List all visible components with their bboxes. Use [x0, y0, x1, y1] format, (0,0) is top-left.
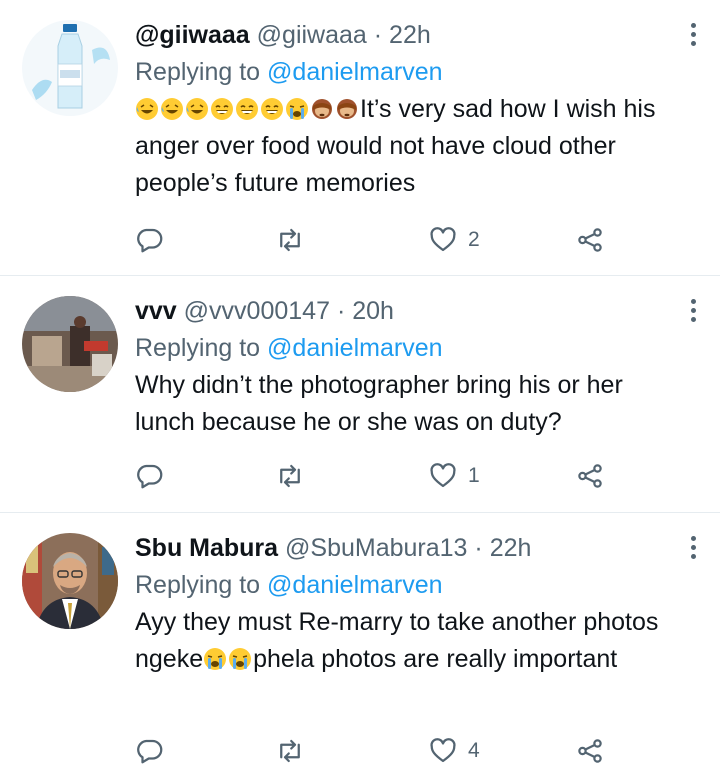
reply-timeline: @giiwaaa @giiwaaa · 22h Replying to @dan…: [0, 0, 720, 783]
reply-button[interactable]: [135, 733, 165, 769]
mention-link[interactable]: @danielmarven: [267, 571, 442, 599]
share-button[interactable]: [575, 733, 605, 769]
crying-face-emoji-icon: [203, 647, 227, 671]
mention-link[interactable]: @danielmarven: [267, 334, 442, 362]
like-count: 1: [468, 464, 480, 487]
action-bar: 4: [130, 733, 630, 769]
like-count: 2: [468, 228, 480, 251]
water-bottle-avatar-image: [22, 20, 118, 116]
replying-to-label: Replying to: [135, 58, 261, 86]
retweet-icon: [280, 464, 300, 488]
timestamp[interactable]: 20h: [352, 297, 394, 325]
more-icon[interactable]: [688, 296, 698, 326]
replying-to-label: Replying to: [135, 334, 261, 362]
retweet-button[interactable]: [275, 458, 305, 494]
crying-face-emoji-icon: [285, 97, 309, 121]
reply-button[interactable]: [135, 458, 165, 494]
replying-to: Replying to @danielmarven: [135, 333, 680, 363]
tweet-text: It’s very sad how I wish his anger over …: [135, 91, 680, 202]
display-name[interactable]: vvv: [135, 297, 177, 325]
retweet-icon: [280, 739, 300, 763]
handle[interactable]: @giiwaaa: [257, 21, 367, 49]
tweet-text: Ayy they must Re-marry to take another p…: [135, 604, 680, 678]
handle[interactable]: @vvv000147: [184, 297, 330, 325]
grinning-sweat-emoji-icon: [260, 97, 284, 121]
avatar[interactable]: [22, 20, 118, 116]
grinning-sweat-emoji-icon: [210, 97, 234, 121]
tweet-header: vvv @vvv000147 · 20h: [135, 296, 680, 326]
man-with-glasses-avatar-image: [22, 533, 118, 629]
like-icon: [430, 463, 456, 488]
grinning-sweat-emoji-icon: [235, 97, 259, 121]
rolling-laughing-emoji-icon: [185, 97, 209, 121]
reply-icon: [137, 739, 163, 764]
retweet-button[interactable]: [275, 733, 305, 769]
share-button[interactable]: [575, 222, 605, 258]
see-no-evil-monkey-emoji-icon: [310, 97, 334, 121]
share-icon: [578, 464, 602, 488]
like-button[interactable]: 1: [428, 458, 480, 494]
separator: ·: [373, 21, 383, 49]
tweet-header: @giiwaaa @giiwaaa · 22h: [135, 20, 680, 50]
action-bar: 2: [130, 222, 630, 258]
like-button[interactable]: 4: [428, 733, 480, 769]
display-name[interactable]: Sbu Mabura: [135, 534, 278, 562]
separator: ·: [474, 534, 483, 562]
retweet-button[interactable]: [275, 222, 305, 258]
like-count: 4: [468, 739, 480, 762]
see-no-evil-monkey-emoji-icon: [335, 97, 359, 121]
tweet-header: Sbu Mabura @SbuMabura13 · 22h: [135, 533, 680, 563]
more-icon[interactable]: [688, 533, 698, 563]
replying-to: Replying to @danielmarven: [135, 57, 680, 87]
separator: ·: [336, 297, 346, 325]
rolling-laughing-emoji-icon: [160, 97, 184, 121]
avatar[interactable]: [22, 296, 118, 392]
retweet-icon: [280, 228, 300, 252]
timestamp[interactable]: 22h: [490, 534, 532, 562]
crying-face-emoji-icon: [228, 647, 252, 671]
like-icon: [430, 227, 456, 252]
replying-to: Replying to @danielmarven: [135, 570, 680, 600]
tweet-text: Why didn’t the photographer bring his or…: [135, 371, 623, 436]
like-button[interactable]: 2: [428, 222, 480, 258]
avatar[interactable]: [22, 533, 118, 629]
replying-to-label: Replying to: [135, 571, 261, 599]
action-bar: 1: [130, 458, 630, 494]
tweet-text-part-2: phela photos are really important: [253, 645, 618, 673]
reply-icon: [137, 464, 163, 489]
share-icon: [578, 739, 602, 763]
more-icon[interactable]: [688, 20, 698, 50]
handle[interactable]: @SbuMabura13: [285, 534, 467, 562]
share-icon: [578, 228, 602, 252]
rolling-laughing-emoji-icon: [135, 97, 159, 121]
tweet-2[interactable]: vvv @vvv000147 · 20h Replying to @daniel…: [0, 276, 720, 513]
reply-icon: [137, 228, 163, 253]
display-name[interactable]: @giiwaaa: [135, 21, 250, 49]
timestamp[interactable]: 22h: [389, 21, 431, 49]
tweet-1[interactable]: @giiwaaa @giiwaaa · 22h Replying to @dan…: [0, 0, 720, 276]
tweet-3[interactable]: Sbu Mabura @SbuMabura13 · 22h Replying t…: [0, 513, 720, 783]
share-button[interactable]: [575, 458, 605, 494]
reply-button[interactable]: [135, 222, 165, 258]
market-crowd-avatar-image: [22, 296, 118, 392]
like-icon: [430, 738, 456, 763]
mention-link[interactable]: @danielmarven: [267, 58, 442, 86]
